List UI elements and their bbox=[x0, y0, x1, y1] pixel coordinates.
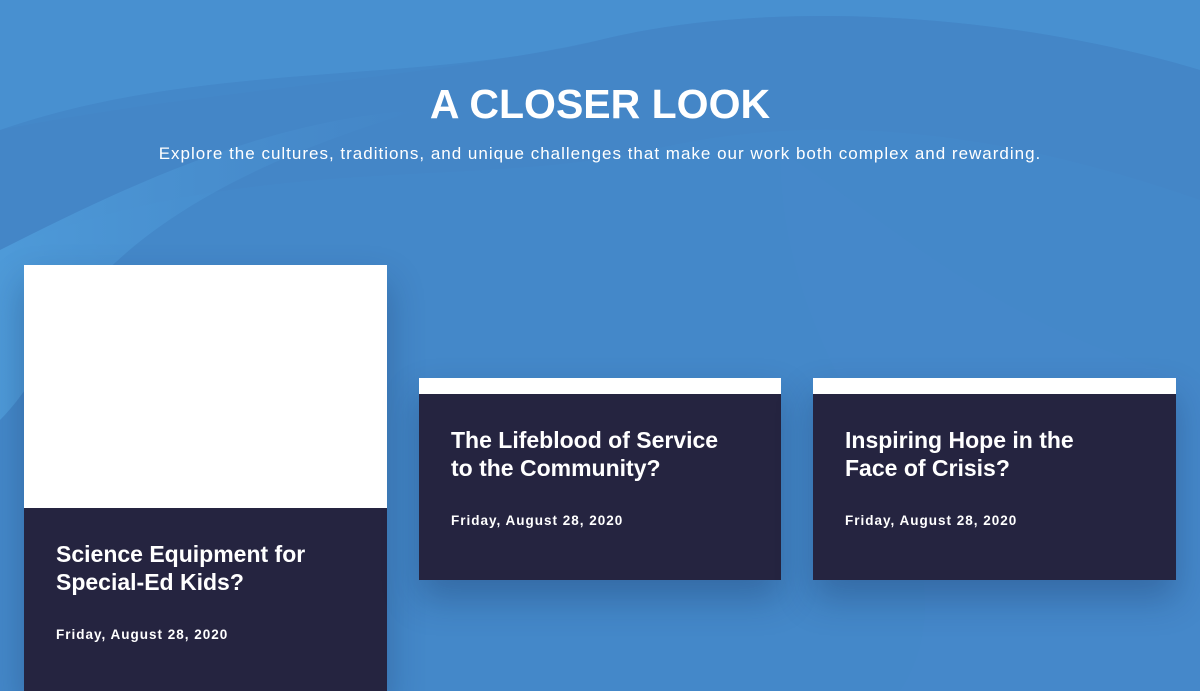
card-date: Friday, August 28, 2020 bbox=[56, 627, 229, 642]
card-title[interactable]: Inspiring Hope in the Face of Crisis? bbox=[845, 426, 1144, 482]
card-date: Friday, August 28, 2020 bbox=[451, 513, 624, 528]
card-title[interactable]: The Lifeblood of Service to the Community… bbox=[451, 426, 749, 482]
section-subtitle: Explore the cultures, traditions, and un… bbox=[158, 144, 1042, 163]
card-title-line[interactable]: Inspiring Hope in the bbox=[845, 427, 1074, 453]
card-title-line[interactable]: Science Equipment for bbox=[56, 541, 305, 567]
card-title-line[interactable]: to the Community? bbox=[451, 455, 661, 481]
article-card-inspiring-hope[interactable]: Inspiring Hope in the Face of Crisis? Fri… bbox=[813, 378, 1176, 580]
card-title-line[interactable]: Face of Crisis? bbox=[845, 455, 1010, 481]
card-body: The Lifeblood of Service to the Community… bbox=[419, 394, 781, 580]
card-date: Friday, August 28, 2020 bbox=[845, 513, 1018, 528]
section-title: A CLOSER LOOK bbox=[429, 81, 771, 127]
card-title-line[interactable]: The Lifeblood of Service bbox=[451, 427, 718, 453]
card-body: Inspiring Hope in the Face of Crisis? Fri… bbox=[813, 394, 1176, 580]
card-image[interactable] bbox=[24, 265, 387, 508]
article-card-lifeblood-of-service[interactable]: The Lifeblood of Service to the Community… bbox=[419, 378, 781, 580]
card-title[interactable]: Science Equipment for Special-Ed Kids? bbox=[56, 540, 355, 596]
article-card-science-equipment[interactable]: Science Equipment for Special-Ed Kids? Fr… bbox=[24, 265, 387, 691]
card-image[interactable] bbox=[419, 378, 781, 394]
card-image[interactable] bbox=[813, 378, 1176, 394]
card-body: Science Equipment for Special-Ed Kids? Fr… bbox=[24, 508, 387, 691]
card-title-line[interactable]: Special-Ed Kids? bbox=[56, 569, 244, 595]
